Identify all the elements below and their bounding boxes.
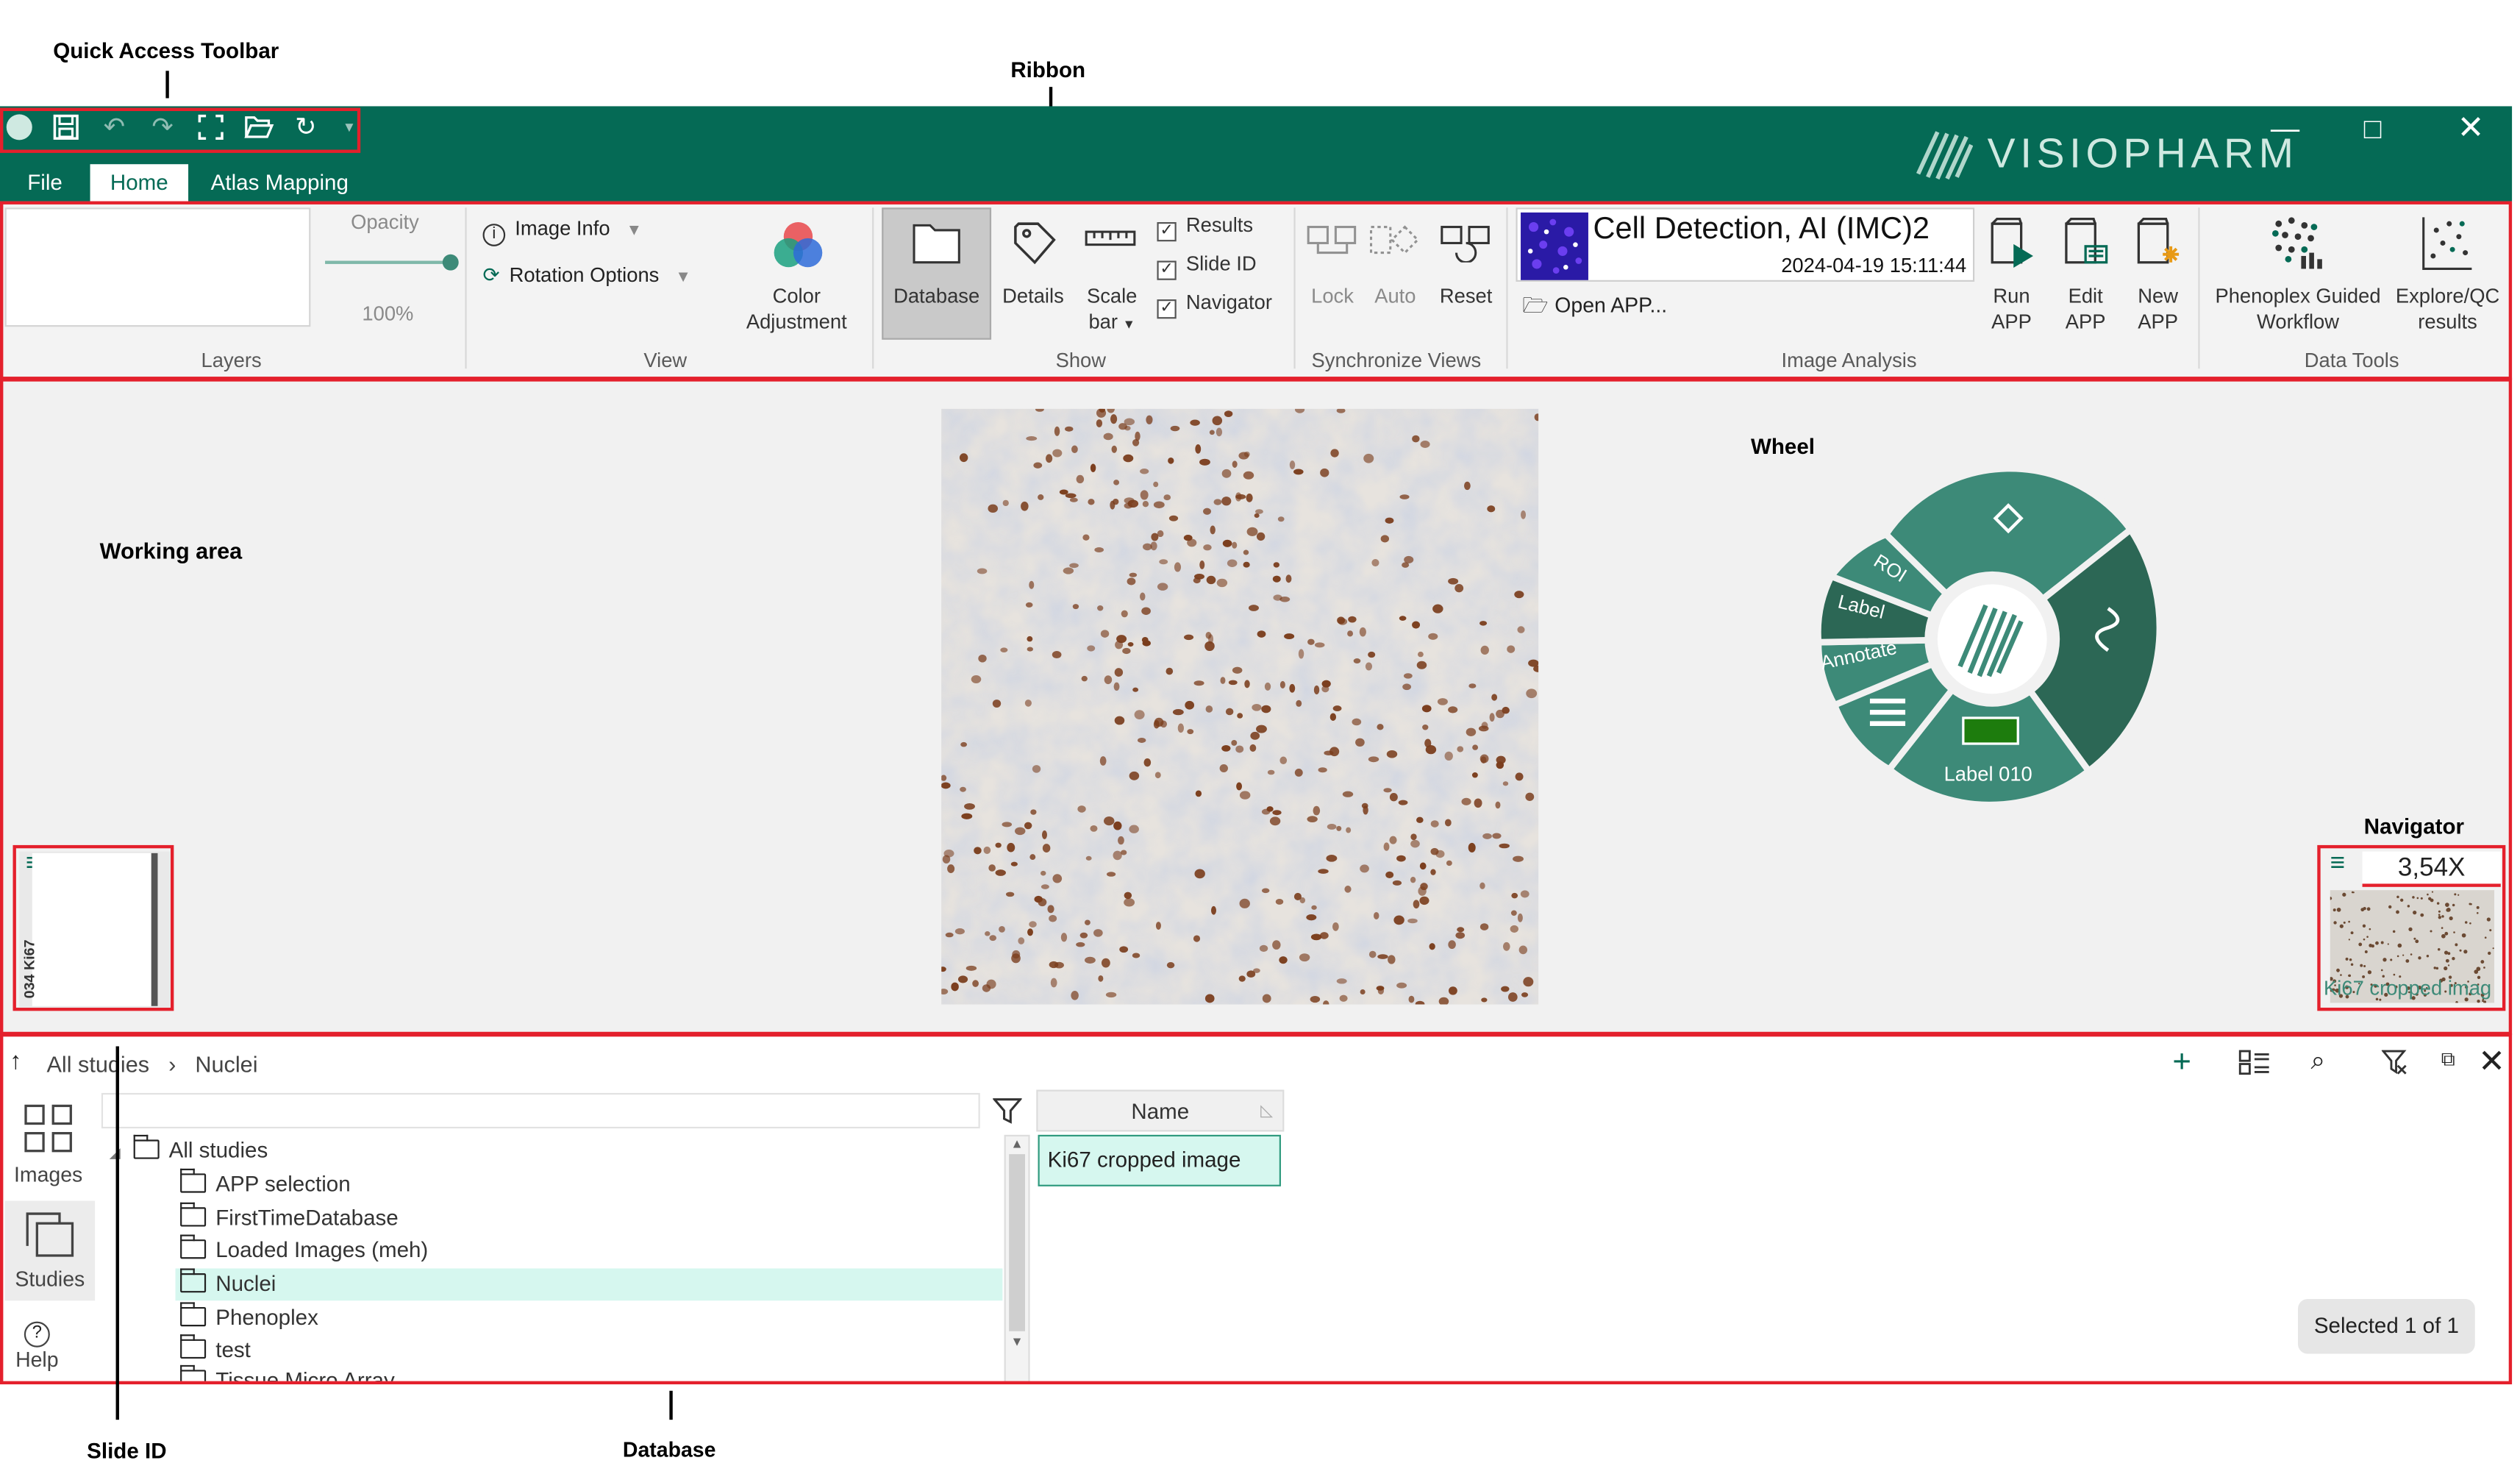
database-highlight	[0, 1033, 2513, 1385]
title-bar: ↶ ↷ ↻ ▾ VISIOPHARM — □ ✕ File Home Atlas…	[0, 106, 2513, 202]
callout-slide-id: Slide ID	[87, 1439, 167, 1464]
tab-file[interactable]: File	[16, 164, 74, 201]
ribbon-highlight	[0, 201, 2513, 380]
visiopharm-logo-icon	[1915, 126, 1974, 180]
visiopharm-logo-text: VISIOPHARM	[1987, 129, 2299, 177]
quick-access-highlight	[0, 107, 361, 153]
callout-database: Database	[622, 1437, 716, 1462]
maximize-icon[interactable]: □	[2364, 113, 2382, 145]
tab-atlas-mapping[interactable]: Atlas Mapping	[199, 164, 360, 201]
callout-line	[115, 1046, 119, 1420]
callout-line	[669, 1390, 673, 1420]
callout-line	[165, 71, 169, 99]
callout-quick-access-toolbar: Quick Access Toolbar	[53, 38, 279, 63]
close-icon[interactable]: ✕	[2457, 113, 2485, 145]
minimize-icon[interactable]: —	[2271, 113, 2299, 145]
callout-ribbon: Ribbon	[1010, 57, 1086, 82]
working-area-highlight	[0, 378, 2513, 1036]
tab-home[interactable]: Home	[90, 164, 189, 202]
